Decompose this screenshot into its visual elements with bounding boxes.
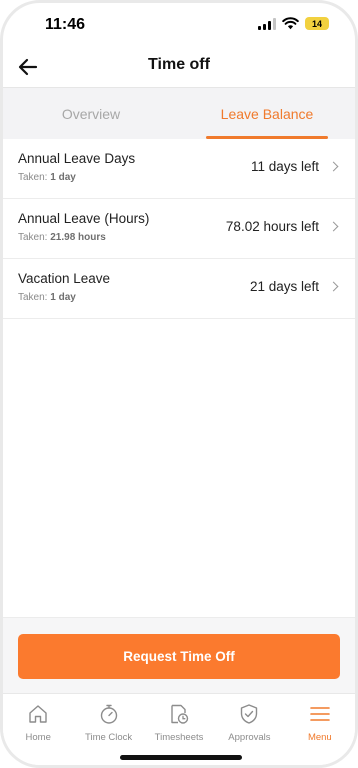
home-icon [29,705,47,723]
leave-balance: 21 days left [249,279,319,294]
shield-check-icon [241,704,258,724]
signal-icon [258,17,276,30]
menu-icon [310,707,330,721]
status-icons: 14 [258,17,329,30]
tabbar-item-menu[interactable]: Menu [285,694,355,765]
action-area: Request Time Off [3,617,355,693]
wifi-icon [282,17,299,30]
leave-name: Vacation Leave [18,271,111,286]
leave-row-annual-hours[interactable]: Annual Leave (Hours) Taken: 21.98 hours … [3,199,355,259]
battery-icon: 14 [305,17,329,30]
status-bar: 11:46 14 [3,3,355,47]
leave-row-annual-days[interactable]: Annual Leave Days Taken: 1 day 11 days l… [3,139,355,199]
leave-name: Annual Leave Days [18,151,136,166]
chevron-right-icon [328,161,339,172]
tabbar-label: Home [25,732,51,743]
chevron-right-icon [328,221,339,232]
phone-screen: 11:46 14 Time off Overview Leave Balance [0,0,358,768]
status-time: 11:46 [45,16,86,33]
chevron-right-icon [328,281,339,292]
stopwatch-icon [100,704,117,724]
leave-taken: Taken: 1 day [18,292,76,303]
tab-leave-balance[interactable]: Leave Balance [179,88,355,139]
leave-balance: 11 days left [250,159,319,174]
tab-leave-balance-label: Leave Balance [220,105,314,122]
header: Time off [3,47,355,87]
tabbar-item-home[interactable]: Home [3,694,73,765]
tabbar-label: Approvals [228,732,271,743]
leave-row-vacation[interactable]: Vacation Leave Taken: 1 day 21 days left [3,259,355,319]
tab-overview-label: Overview [61,105,121,122]
leave-taken: Taken: 21.98 hours [18,232,106,243]
tab-bar-top: Overview Leave Balance [3,87,355,139]
request-time-off-button[interactable]: Request Time Off [18,634,340,679]
home-indicator [120,755,242,760]
leave-balance: 78.02 hours left [225,219,319,234]
page-title: Time off [148,56,210,73]
leave-name: Annual Leave (Hours) [18,211,150,226]
tabbar-label: Timesheets [154,732,204,743]
timesheet-icon [171,704,189,724]
tabbar-label: Time Clock [85,732,133,743]
tab-overview[interactable]: Overview [3,88,179,139]
tabbar-label: Menu [307,732,332,743]
leave-balance-list: Annual Leave Days Taken: 1 day 11 days l… [3,139,355,319]
leave-taken: Taken: 1 day [18,172,76,183]
